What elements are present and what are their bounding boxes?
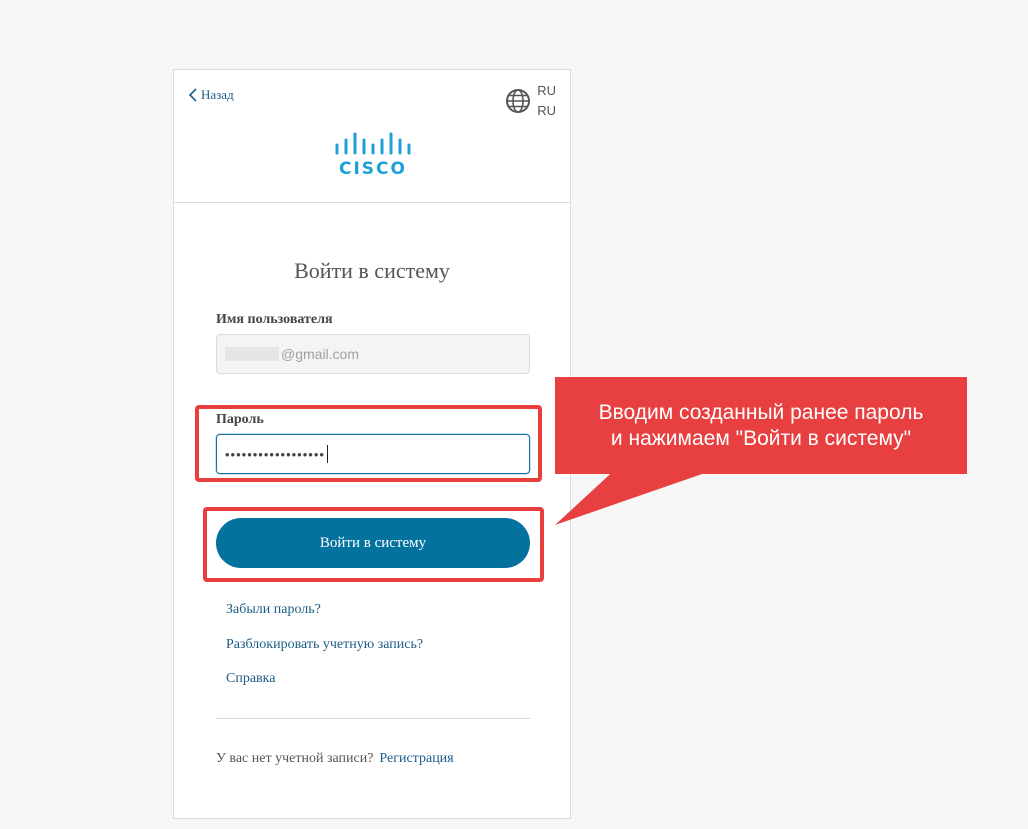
callout-line-1: Вводим созданный ранее пароль [598, 400, 924, 424]
signup-prompt: У вас нет учетной записи? Регистрация [216, 751, 454, 767]
back-label: Назад [201, 87, 234, 102]
divider [216, 718, 530, 719]
language-code-secondary: RU [537, 103, 556, 118]
password-highlight [195, 405, 542, 482]
globe-icon [506, 89, 531, 113]
callout-line-2: и нажимаем "Войти в систему" [610, 426, 912, 450]
language-selector[interactable]: RU RU [505, 81, 556, 121]
button-highlight [203, 507, 544, 582]
chevron-left-icon [188, 88, 197, 102]
redacted-area [225, 347, 279, 361]
unlock-account-link[interactable]: Разблокировать учетную запись? [226, 637, 423, 653]
username-value: @gmail.com [281, 346, 360, 362]
card-header: Назад RU RU CISCO [174, 70, 570, 203]
forgot-password-link[interactable]: Забыли пароль? [226, 602, 321, 618]
page-title: Войти в систему [294, 258, 450, 283]
no-account-text: У вас нет учетной записи? [216, 751, 374, 766]
logo-wordmark: CISCO [339, 159, 407, 179]
help-link[interactable]: Справка [226, 671, 275, 687]
username-label: Имя пользователя [216, 312, 333, 327]
language-code: RU [537, 83, 556, 98]
cisco-logo: CISCO [332, 132, 414, 180]
register-link[interactable]: Регистрация [379, 751, 453, 766]
back-link[interactable]: Назад [188, 87, 234, 103]
instruction-callout: Вводим созданный ранее пароль и нажимаем… [555, 377, 967, 474]
cisco-bridge-icon [335, 132, 411, 155]
username-field[interactable]: @gmail.com [216, 334, 530, 374]
